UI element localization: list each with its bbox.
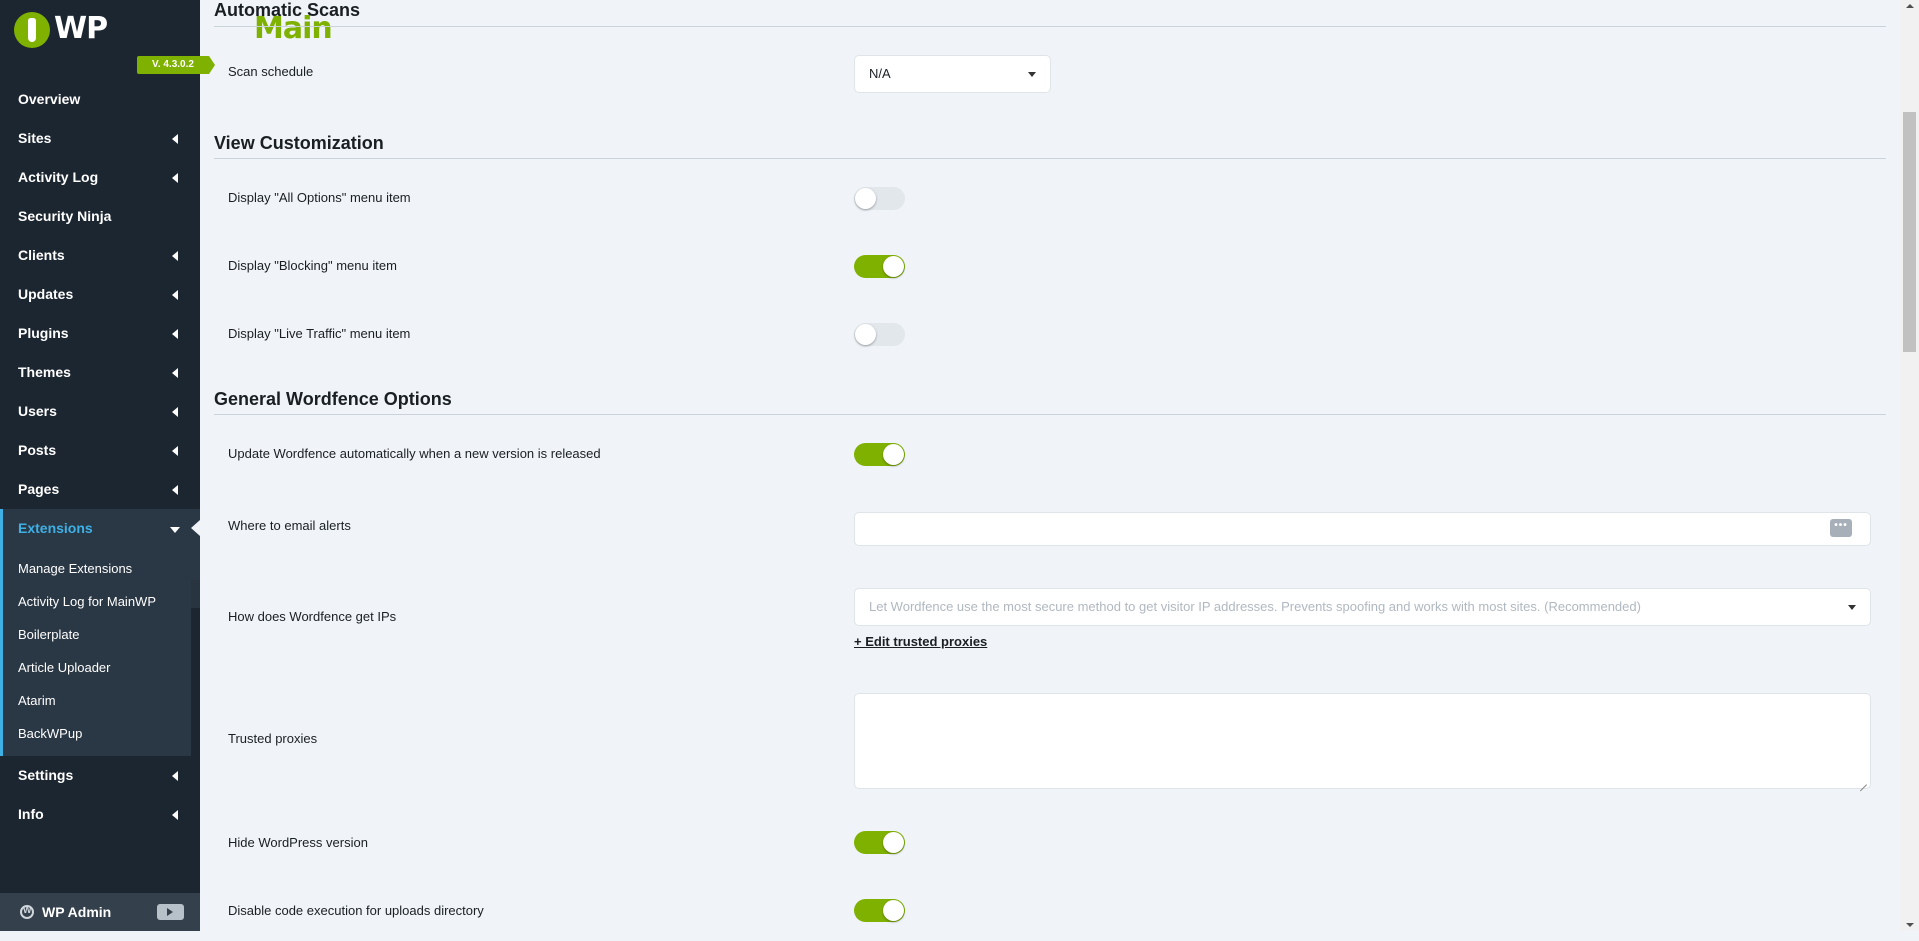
logo-text-wp: WP [54,11,108,46]
blocking-toggle[interactable] [854,255,905,278]
sidebar-item-security-ninja[interactable]: Security Ninja [0,197,200,236]
caret-left-icon [172,173,178,183]
sidebar-item-label: Updates [18,286,74,302]
caret-down-icon [170,527,180,533]
ip-method-select[interactable]: Let Wordfence use the most secure method… [854,588,1871,626]
sidebar-item-label: Security Ninja [18,208,112,224]
scan-schedule-label: Scan schedule [228,64,314,79]
caret-left-icon [172,810,178,820]
sidebar-item-posts[interactable]: Posts [0,431,200,470]
all-options-toggle[interactable] [854,187,905,210]
ip-method-placeholder: Let Wordfence use the most secure method… [869,599,1641,614]
sidebar: Main WP V. 4.3.0.2 Overview Sites Activit… [0,0,333,931]
email-alerts-input[interactable]: ••• [854,512,1871,546]
disable-code-exec-toggle[interactable] [854,899,905,922]
caret-left-icon [172,446,178,456]
logout-icon[interactable] [157,904,184,920]
sidebar-item-label: Sites [18,130,52,146]
sidebar-item-pages[interactable]: Pages [0,470,200,509]
caret-left-icon [172,485,178,495]
sidebar-item-label: Clients [18,247,65,263]
caret-left-icon [172,407,178,417]
submenu-scrollbar-thumb[interactable] [191,580,200,608]
page-scrollbar[interactable] [1900,0,1919,931]
section-divider [214,158,1886,159]
sidebar-item-users[interactable]: Users [0,392,200,431]
sidebar-item-overview[interactable]: Overview [0,80,200,119]
caret-down-icon [1028,72,1036,77]
hide-wp-version-label: Hide WordPress version [228,835,368,850]
resize-handle-icon[interactable] [1858,776,1867,785]
hide-wp-version-toggle[interactable] [854,831,905,854]
sidebar-item-plugins[interactable]: Plugins [0,314,200,353]
sidebar-item-settings[interactable]: Settings [0,756,200,795]
sidebar-item-label: Settings [18,767,74,783]
submenu-item-atarim[interactable]: Atarim [3,684,200,717]
sidebar-item-label: Extensions [18,520,93,536]
scan-schedule-value: N/A [869,66,891,81]
sidebar-item-info[interactable]: Info [0,795,200,834]
sidebar-item-label: Themes [18,364,71,380]
auto-update-toggle[interactable] [854,443,905,466]
caret-down-icon [1848,605,1856,610]
scan-schedule-select[interactable]: N/A [854,55,1051,93]
all-options-label: Display "All Options" menu item [228,190,411,205]
sidebar-item-label: Activity Log [18,169,99,185]
caret-left-icon [172,134,178,144]
caret-left-icon [172,251,178,261]
wordpress-icon [20,905,34,919]
submenu-item-boilerplate[interactable]: Boilerplate [3,618,200,651]
sidebar-nav: Overview Sites Activity Log Security Nin… [0,80,200,834]
scroll-down-icon[interactable] [1906,923,1914,927]
submenu-item-backwpup[interactable]: BackWPup [3,717,200,750]
more-dots-icon[interactable]: ••• [1830,519,1852,537]
mainwp-logo[interactable]: Main WP [14,10,333,48]
sidebar-item-label: Info [18,806,44,822]
caret-left-icon [172,329,178,339]
trusted-proxies-label: Trusted proxies [228,731,318,746]
sidebar-item-label: Users [18,403,57,419]
mainwp-logo-icon [14,12,50,48]
trusted-proxies-textarea[interactable] [854,693,1871,789]
sidebar-item-sites[interactable]: Sites [0,119,200,158]
sidebar-item-label: Plugins [18,325,69,341]
edit-trusted-proxies-link[interactable]: + Edit trusted proxies [854,634,987,649]
sidebar-item-extensions[interactable]: Extensions [0,509,200,548]
live-traffic-toggle[interactable] [854,323,905,346]
extensions-submenu: Manage Extensions Activity Log for MainW… [0,548,200,780]
sidebar-item-updates[interactable]: Updates [0,275,200,314]
sidebar-item-label: Overview [18,91,81,107]
section-title-view-customization: View Customization [214,133,384,153]
wp-admin-link[interactable]: WP Admin [42,893,111,931]
section-divider [214,26,1886,27]
version-badge: V. 4.3.0.2 [137,56,215,74]
sidebar-item-themes[interactable]: Themes [0,353,200,392]
live-traffic-label: Display "Live Traffic" menu item [228,326,411,341]
section-title-general-options: General Wordfence Options [214,389,452,409]
scroll-up-icon[interactable] [1906,4,1914,8]
main-content: Automatic Scans Scan schedule N/A View C… [200,0,1900,931]
caret-left-icon [172,290,178,300]
submenu-item-article-uploader[interactable]: Article Uploader [3,651,200,684]
disable-code-exec-label: Disable code execution for uploads direc… [228,903,484,918]
section-title-automatic-scans: Automatic Scans [214,0,361,20]
sidebar-item-label: Pages [18,481,60,497]
auto-update-label: Update Wordfence automatically when a ne… [228,446,601,461]
page-scrollbar-thumb[interactable] [1903,112,1916,352]
submenu-item-activity-log-for-mainwp[interactable]: Activity Log for MainWP [3,585,200,618]
sidebar-item-clients[interactable]: Clients [0,236,200,275]
ip-method-label: How does Wordfence get IPs [228,609,397,624]
sidebar-item-activity-log[interactable]: Activity Log [0,158,200,197]
section-divider [214,414,1886,415]
blocking-label: Display "Blocking" menu item [228,258,397,273]
email-alerts-label: Where to email alerts [228,518,351,533]
caret-left-icon [172,368,178,378]
caret-left-icon [172,771,178,781]
submenu-scrollbar[interactable] [191,580,200,780]
sidebar-item-label: Posts [18,442,57,458]
submenu-item-manage-extensions[interactable]: Manage Extensions [3,552,200,585]
sidebar-footer: WP Admin [0,893,200,931]
